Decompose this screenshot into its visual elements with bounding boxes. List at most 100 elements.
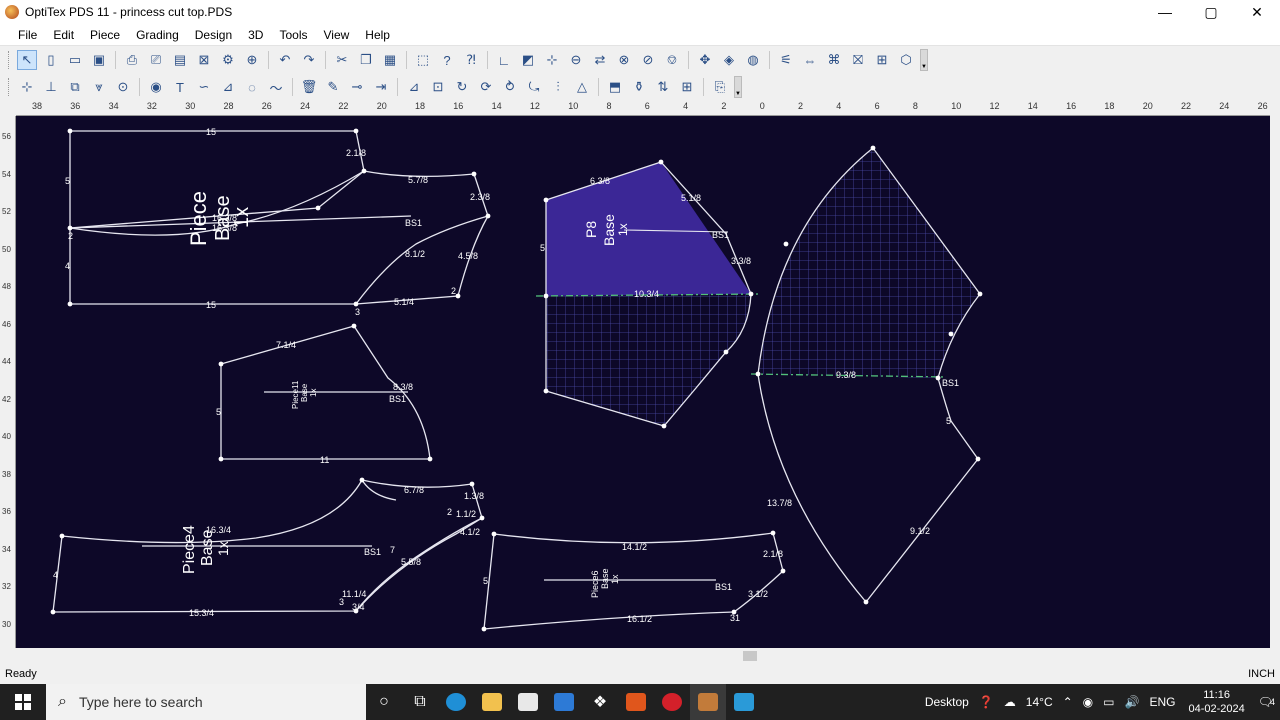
undo-icon[interactable]: ↶ <box>275 50 295 70</box>
paste-icon[interactable]: ▦ <box>380 50 400 70</box>
dart-icon[interactable]: ⎊ <box>662 50 682 70</box>
grid-icon[interactable]: ⊹ <box>542 50 562 70</box>
angle-icon[interactable]: ⊿ <box>218 77 238 97</box>
dart-tool-icon[interactable]: ⩔ <box>89 77 109 97</box>
lock-icon[interactable]: ⊘ <box>638 50 658 70</box>
fill-icon[interactable]: ◩ <box>518 50 538 70</box>
refresh-icon[interactable]: ⟳ <box>476 77 496 97</box>
menu-view[interactable]: View <box>315 26 357 44</box>
frame-icon[interactable]: ⊡ <box>428 77 448 97</box>
redo-icon[interactable]: ↷ <box>299 50 319 70</box>
start-button[interactable] <box>0 684 46 720</box>
width-icon[interactable]: ⇔ <box>800 50 820 70</box>
store-icon[interactable] <box>510 684 546 720</box>
menu-edit[interactable]: Edit <box>45 26 82 44</box>
grade-icon[interactable]: ⫶ <box>548 77 568 97</box>
toolbar-overflow-icon[interactable]: ▼ <box>920 49 928 71</box>
curve-icon[interactable]: ∽ <box>194 77 214 97</box>
shape-icon[interactable]: ⬡ <box>896 50 916 70</box>
maximize-button[interactable]: ▢ <box>1188 0 1234 24</box>
piece-sleeve[interactable] <box>750 147 981 604</box>
help-tray-icon[interactable]: ❓ <box>979 695 994 709</box>
drill-icon[interactable]: ◍ <box>743 50 763 70</box>
axis-icon[interactable]: ∟ <box>494 50 514 70</box>
delete-icon[interactable]: 🗑 <box>299 77 319 97</box>
help-icon[interactable]: ? <box>437 50 457 70</box>
notch-icon[interactable]: ◈ <box>719 50 739 70</box>
office-icon[interactable] <box>618 684 654 720</box>
close-button[interactable]: ✕ <box>1234 0 1280 24</box>
toolbar-grip[interactable] <box>8 78 11 96</box>
offset-icon[interactable]: ⇥ <box>371 77 391 97</box>
mirror-icon[interactable]: ⛝ <box>848 50 868 70</box>
menu-grading[interactable]: Grading <box>128 26 187 44</box>
network-icon[interactable]: ◉ <box>1083 695 1093 709</box>
horizontal-scroll-thumb[interactable] <box>743 651 757 661</box>
taskbar-search[interactable]: ⌕ Type here to search <box>46 684 366 720</box>
properties-icon[interactable]: ⚙ <box>218 50 238 70</box>
menu-design[interactable]: Design <box>187 26 240 44</box>
horizontal-scrollbar[interactable] <box>16 648 1270 664</box>
export-icon[interactable]: ▤ <box>170 50 190 70</box>
weather-temp[interactable]: 14°C <box>1026 695 1053 709</box>
slope-icon[interactable]: ⊿ <box>404 77 424 97</box>
swap-icon[interactable]: ⇅ <box>653 77 673 97</box>
excel-icon[interactable]: ⊠ <box>194 50 214 70</box>
pen-icon[interactable]: ✎ <box>323 77 343 97</box>
optitex-task-icon[interactable] <box>690 684 726 720</box>
seam-icon[interactable]: ⚟ <box>776 50 796 70</box>
menu-3d[interactable]: 3D <box>240 26 271 44</box>
rotate-piece-icon[interactable]: ↻ <box>452 77 472 97</box>
arrange-icon[interactable]: ⊞ <box>872 50 892 70</box>
menu-help[interactable]: Help <box>357 26 398 44</box>
menu-file[interactable]: File <box>10 26 45 44</box>
volume-icon[interactable]: 🔊 <box>1125 695 1140 709</box>
button-icon[interactable]: ◉ <box>146 77 166 97</box>
text-icon[interactable]: T <box>170 77 190 97</box>
rotate-icon[interactable]: ⊗ <box>614 50 634 70</box>
piece-11[interactable] <box>220 325 431 460</box>
save-icon[interactable]: ▣ <box>89 50 109 70</box>
copy-icon[interactable]: ❐ <box>356 50 376 70</box>
remote-app-icon[interactable] <box>726 684 762 720</box>
language-indicator[interactable]: ENG <box>1149 695 1175 709</box>
pattern-drawing[interactable]: 15 2.1/8 5.7/8 2.3/8 16.3/8 16.3/8 BS1 2… <box>16 116 1270 648</box>
circle-icon[interactable]: ⊙ <box>113 77 133 97</box>
battery-icon[interactable]: ▭ <box>1103 695 1114 709</box>
bag-icon[interactable]: ⚱ <box>629 77 649 97</box>
triangle-icon[interactable]: △ <box>572 77 592 97</box>
wave-icon[interactable]: 〜 <box>266 77 286 97</box>
select-tool-icon[interactable]: ↖ <box>17 50 37 70</box>
hem-icon[interactable]: ⌘ <box>824 50 844 70</box>
piece-4[interactable] <box>52 479 483 613</box>
layout-icon[interactable]: ⊞ <box>677 77 697 97</box>
menu-tools[interactable]: Tools <box>271 26 315 44</box>
duplicate-icon[interactable]: ⎘ <box>710 77 730 97</box>
plot-icon[interactable]: ⎚ <box>146 50 166 70</box>
print-icon[interactable]: ⎙ <box>122 50 142 70</box>
task-view-icon[interactable]: ⧉ <box>402 684 438 720</box>
spin-icon[interactable]: ⥁ <box>500 77 520 97</box>
clock[interactable]: 11:16 04-02-2024 <box>1188 688 1244 716</box>
flip-icon[interactable]: ⇄ <box>590 50 610 70</box>
arc-icon[interactable]: ⤿ <box>524 77 544 97</box>
opera-icon[interactable] <box>654 684 690 720</box>
new-file-icon[interactable]: ▯ <box>41 50 61 70</box>
open-file-icon[interactable]: ▭ <box>65 50 85 70</box>
file-explorer-icon[interactable] <box>474 684 510 720</box>
piece-front[interactable] <box>69 130 489 305</box>
marker-icon[interactable]: ⬚ <box>413 50 433 70</box>
mail-icon[interactable] <box>546 684 582 720</box>
image-icon[interactable]: ⧉ <box>65 77 85 97</box>
perpendicular-icon[interactable]: ⊥ <box>41 77 61 97</box>
pleat-icon[interactable]: ✥ <box>695 50 715 70</box>
cortana-icon[interactable]: ○ <box>366 684 402 720</box>
lasso-icon[interactable]: ◌ <box>242 77 262 97</box>
vertical-scrollbar[interactable] <box>1270 116 1280 648</box>
cut-icon[interactable]: ✂ <box>332 50 352 70</box>
measure-icon[interactable]: ⊖ <box>566 50 586 70</box>
dropbox-icon[interactable]: ❖ <box>582 684 618 720</box>
zoom-icon[interactable]: ⊕ <box>242 50 262 70</box>
add-point-icon[interactable]: ⊹ <box>17 77 37 97</box>
tray-chevron-icon[interactable]: ⌃ <box>1063 695 1073 709</box>
